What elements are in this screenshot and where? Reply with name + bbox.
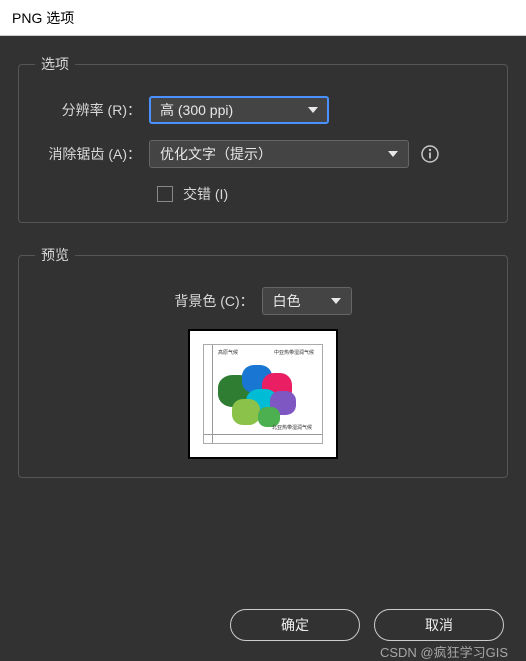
antialias-value: 优化文字（提示） (160, 144, 272, 164)
ok-button[interactable]: 确定 (230, 609, 360, 641)
button-row: 确定 取消 (18, 603, 508, 643)
bgcolor-label: 背景色 (C)： (174, 291, 261, 311)
chevron-down-icon (388, 151, 398, 157)
dialog-body: 选项 分辨率 (R)： 高 (300 ppi) 消除锯齿 (A)： 优化文字（提… (0, 36, 526, 661)
preview-image: 高原气候 中亚热带湿润气候 北亚热带湿润气候 (203, 344, 323, 444)
interlace-label: 交错 (I) (183, 184, 228, 204)
options-legend: 选项 (35, 54, 75, 74)
bgcolor-value: 白色 (273, 291, 301, 311)
preview-legend: 预览 (35, 245, 75, 265)
titlebar: PNG 选项 (0, 0, 526, 36)
bgcolor-row: 背景色 (C)： 白色 (39, 287, 487, 315)
chevron-down-icon (331, 298, 341, 304)
options-group: 选项 分辨率 (R)： 高 (300 ppi) 消除锯齿 (A)： 优化文字（提… (18, 54, 508, 223)
preview-thumbnail: 高原气候 中亚热带湿润气候 北亚热带湿润气候 (188, 329, 338, 459)
cancel-button[interactable]: 取消 (374, 609, 504, 641)
chevron-down-icon (308, 107, 318, 113)
antialias-row: 消除锯齿 (A)： 优化文字（提示） (39, 140, 487, 168)
dialog-title: PNG 选项 (12, 8, 74, 28)
interlace-row: 交错 (I) (157, 184, 487, 204)
resolution-select[interactable]: 高 (300 ppi) (149, 96, 329, 124)
resolution-row: 分辨率 (R)： 高 (300 ppi) (39, 96, 487, 124)
resolution-value: 高 (300 ppi) (160, 100, 233, 120)
antialias-select[interactable]: 优化文字（提示） (149, 140, 409, 168)
interlace-checkbox[interactable] (157, 186, 173, 202)
antialias-label: 消除锯齿 (A)： (39, 144, 149, 164)
info-icon[interactable] (419, 143, 441, 165)
preview-group: 预览 背景色 (C)： 白色 (18, 245, 508, 478)
watermark: CSDN @疯狂学习GIS (380, 642, 508, 661)
resolution-label: 分辨率 (R)： (39, 100, 149, 120)
bgcolor-select[interactable]: 白色 (262, 287, 352, 315)
